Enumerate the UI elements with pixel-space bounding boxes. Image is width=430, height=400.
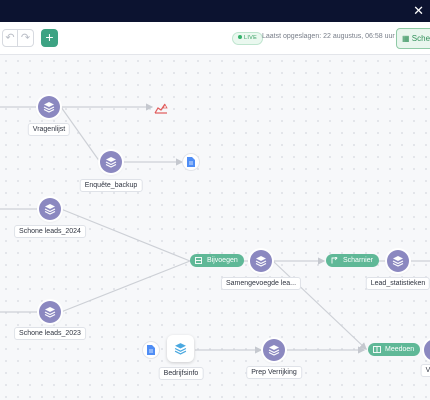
undo-icon: ↶ — [5, 32, 15, 44]
layers-icon — [105, 157, 117, 168]
edge — [60, 260, 191, 313]
node-label: Verr — [420, 364, 430, 377]
action-scharnier[interactable]: Scharnier — [326, 254, 379, 267]
node-label: Enquête_backup — [79, 179, 143, 192]
last-saved-text: Laatst opgeslagen: 22 augustus, 06:58 uu… — [262, 33, 395, 40]
layers-icon — [174, 343, 187, 355]
action-meedoen[interactable]: Meedoen — [368, 343, 421, 356]
flow-canvas[interactable]: Vragenlijst Enquête_backup Schone leads_… — [0, 55, 430, 400]
doc-output-node[interactable] — [183, 154, 199, 170]
redo-button[interactable]: ↷ — [18, 29, 34, 47]
dataset-node-schone-leads-2024[interactable] — [39, 198, 61, 220]
close-icon[interactable]: ✕ — [413, 3, 424, 19]
layers-icon — [392, 256, 404, 267]
doc-source-node[interactable] — [143, 342, 159, 358]
dataset-node-enquete-backup[interactable] — [100, 151, 122, 173]
dataset-node-prep-verrijking[interactable] — [263, 339, 285, 361]
plus-icon: + — [45, 29, 54, 45]
node-label: Vragenlijst — [27, 123, 71, 136]
layers-icon — [43, 102, 55, 113]
node-label: Samengevoegde lea... — [220, 277, 302, 290]
dataset-node-schone-leads-2023[interactable] — [39, 301, 61, 323]
live-dot-icon — [238, 35, 242, 39]
dataset-node-lead-statistieken[interactable] — [387, 250, 409, 272]
dataset-node-bedrijfsinfo[interactable] — [167, 335, 194, 362]
chart-error-icon[interactable] — [154, 101, 168, 119]
redo-icon: ↷ — [20, 32, 31, 44]
node-label: Schone leads_2024 — [14, 225, 86, 238]
schedule-button[interactable]: ▦ Sche — [396, 28, 430, 49]
dataset-node-vragenlijst[interactable] — [38, 96, 60, 118]
layers-icon — [255, 256, 267, 267]
undo-button[interactable]: ↶ — [2, 29, 18, 47]
add-button[interactable]: + — [41, 29, 58, 47]
document-icon — [187, 157, 195, 167]
action-bijvoegen[interactable]: Bijvoegen — [190, 254, 244, 267]
append-icon — [195, 257, 202, 264]
top-bar: ✕ — [0, 0, 430, 22]
pivot-icon — [331, 257, 338, 264]
node-label: Lead_statistieken — [365, 277, 430, 290]
node-label: Prep Verrijking — [246, 366, 302, 379]
layers-icon — [44, 204, 56, 215]
layers-icon — [44, 307, 56, 318]
live-badge: LIVE — [232, 32, 264, 45]
layers-icon — [268, 345, 280, 356]
dataset-node-samengevoegde[interactable] — [250, 250, 272, 272]
node-label: Schone leads_2023 — [14, 327, 86, 340]
calendar-icon: ▦ — [402, 34, 412, 43]
edge — [272, 260, 367, 350]
document-icon — [147, 345, 155, 355]
join-icon — [373, 346, 381, 353]
node-label: Bedrijfsinfo — [158, 367, 204, 380]
